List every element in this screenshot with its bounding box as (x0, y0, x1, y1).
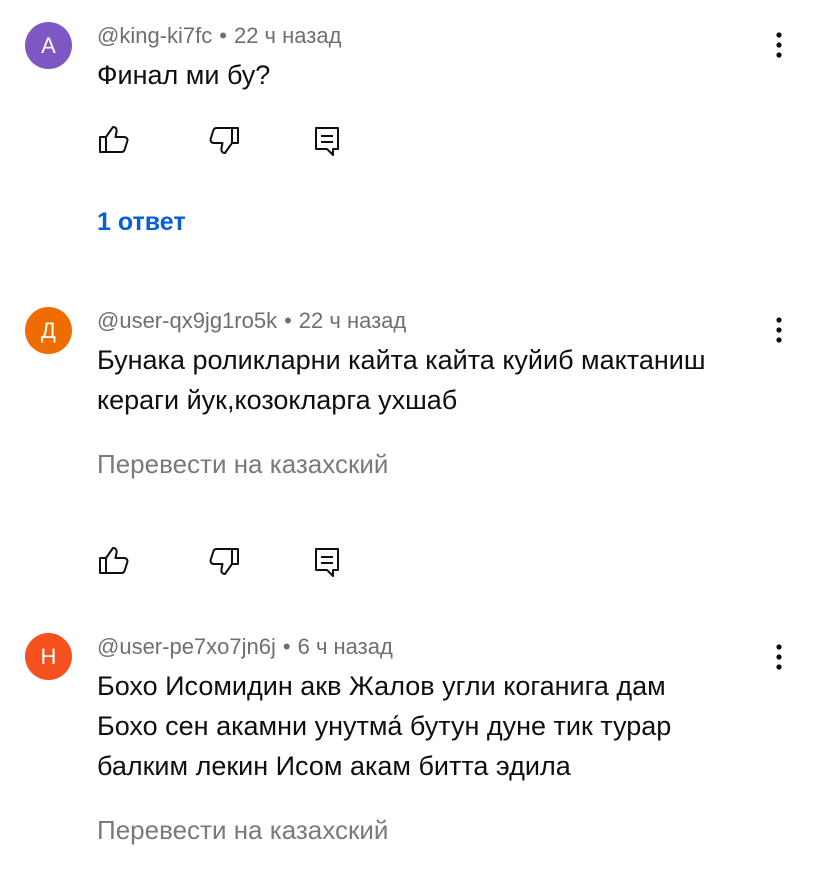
more-vert-icon[interactable] (764, 640, 794, 674)
comment-text: Бунака роликларни кайта кайта куйиб макт… (97, 340, 706, 420)
avatar[interactable]: A (25, 22, 72, 69)
reply-icon[interactable] (310, 545, 344, 579)
comment-line: Бохо Исомидин акв Жалов угли коганига да… (97, 671, 666, 701)
meta-separator: • (282, 634, 291, 659)
more-vert-icon[interactable] (764, 28, 794, 62)
comment-text: Финал ми бу? (97, 55, 270, 95)
comment-author[interactable]: @user-qx9jg1ro5k (97, 308, 277, 333)
thumb-up-icon[interactable] (97, 543, 131, 577)
thumb-down-icon[interactable] (207, 545, 241, 579)
thumb-down-icon[interactable] (207, 124, 241, 158)
meta-separator: • (219, 23, 227, 48)
comment-line: Бунака роликларни кайта кайта куйиб макт… (97, 345, 706, 375)
comment-line: Финал ми бу? (97, 60, 271, 90)
comment-meta: @user-pe7xo7jn6j • 6 ч назад (97, 634, 393, 660)
comment-time: 22 ч назад (233, 23, 342, 48)
more-vert-icon[interactable] (764, 313, 794, 347)
comment-meta: @user-qx9jg1ro5k • 22 ч назад (97, 308, 406, 334)
comment-author[interactable]: @king-ki7fc (97, 23, 212, 48)
comment-line: кераги йук,козокларга ухшаб (97, 385, 458, 415)
comment-author[interactable]: @user-pe7xo7jn6j (97, 634, 276, 659)
comment-meta: @king-ki7fc • 22 ч назад (97, 23, 341, 49)
avatar[interactable]: Д (25, 307, 72, 354)
comment-time: 22 ч назад (298, 308, 407, 333)
comment-text: Бохо Исомидин акв Жалов угли коганига да… (97, 666, 671, 786)
comment-time: 6 ч назад (297, 634, 393, 659)
avatar[interactable]: Н (25, 633, 72, 680)
comment-line: балким лекин Исом акам битта эдила (97, 751, 571, 781)
reply-icon[interactable] (310, 124, 344, 158)
thumb-up-icon[interactable] (97, 122, 131, 156)
meta-separator: • (284, 308, 292, 333)
replies-button[interactable]: 1 ответ (97, 208, 186, 237)
translate-button[interactable]: Перевести на казахский (97, 815, 388, 846)
translate-button[interactable]: Перевести на казахский (97, 449, 388, 480)
comment-line: Бохо сен акамни унутма́ бутун дуне тик т… (97, 711, 672, 741)
